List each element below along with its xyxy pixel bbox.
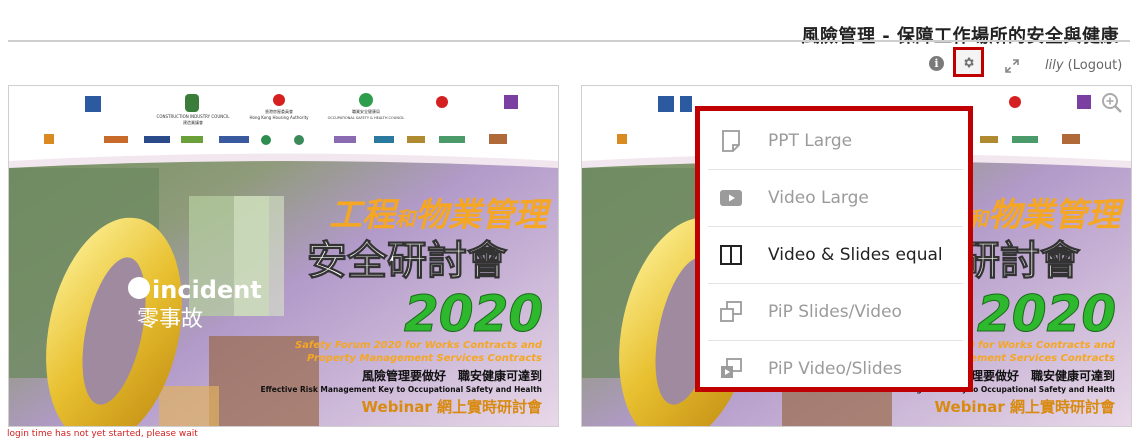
layout-menu-list: PPT Large Video Large Video & Slides equ… bbox=[708, 113, 963, 397]
menu-item-label: PiP Video/Slides bbox=[768, 359, 902, 379]
menu-item-pip-video-slides[interactable]: PiP Video/Slides bbox=[708, 341, 963, 397]
slide-forum-line1: Safety Forum 2020 for Works Contracts an… bbox=[295, 340, 543, 351]
logo-cic-text: CONSTRUCTION INDUSTRY COUNCIL bbox=[157, 114, 231, 119]
gear-icon bbox=[964, 57, 974, 68]
slides-panel[interactable]: CONSTRUCTION INDUSTRY COUNCIL 建造業議會 香港房屋… bbox=[8, 85, 559, 427]
slide-zero-chinese: 零事故 bbox=[137, 307, 203, 332]
menu-item-video-slides-equal[interactable]: Video & Slides equal bbox=[708, 227, 963, 284]
logo-oshc-text: OCCUPATIONAL SAFETY & HEALTH COUNCIL bbox=[328, 116, 405, 120]
slide-heading-orange: 工程和物業管理 bbox=[329, 195, 552, 234]
slide-year: 2020 bbox=[404, 285, 543, 343]
video-year: 2020 bbox=[977, 285, 1116, 343]
zoom-in-icon[interactable] bbox=[1101, 92, 1123, 114]
settings-button[interactable] bbox=[953, 47, 984, 77]
menu-item-pip-slides-video[interactable]: PiP Slides/Video bbox=[708, 284, 963, 341]
menu-item-video-large[interactable]: Video Large bbox=[708, 170, 963, 227]
video-webinar: Webinar 網上實時研討會 bbox=[935, 398, 1116, 416]
layout-menu: PPT Large Video Large Video & Slides equ… bbox=[695, 106, 973, 392]
video-play-icon bbox=[720, 190, 742, 206]
slide-motto-chinese: 風險管理要做好 職安健康可達到 bbox=[362, 368, 542, 383]
slide-forum-line2: Property Management Services Contracts bbox=[307, 353, 542, 364]
menu-item-label: Video Large bbox=[768, 188, 869, 208]
menu-item-label: Video & Slides equal bbox=[768, 245, 943, 265]
split-columns-icon bbox=[720, 245, 742, 265]
info-icon[interactable]: i bbox=[929, 56, 944, 71]
logo-hkha-chinese: 香港房屋委員會 bbox=[265, 108, 293, 114]
menu-item-label: PPT Large bbox=[768, 131, 853, 151]
expand-icon[interactable] bbox=[1004, 58, 1020, 74]
menu-item-ppt-large[interactable]: PPT Large bbox=[708, 113, 963, 170]
page-title: 風險管理 - 保障工作場所的安全與健康 bbox=[801, 26, 1119, 47]
logout-link[interactable]: (Logout) bbox=[1068, 58, 1123, 73]
menu-item-label: PiP Slides/Video bbox=[768, 302, 902, 322]
username-link[interactable]: lily bbox=[1045, 58, 1064, 73]
slide-icon bbox=[722, 130, 740, 152]
slide-heading-white: 安全研討會 bbox=[307, 238, 508, 284]
slide-webinar: Webinar 網上實時研討會 bbox=[362, 398, 543, 416]
logo-oshc-chinese: 職業安全健康局 bbox=[352, 108, 380, 114]
pip-video-slides-icon bbox=[721, 358, 742, 378]
slide-incident-word: incident bbox=[152, 276, 262, 304]
user-area: lily (Logout) bbox=[1045, 58, 1122, 73]
slide-motto-english: Effective Risk Management Key to Occupat… bbox=[261, 385, 542, 394]
slide-image: CONSTRUCTION INDUSTRY COUNCIL 建造業議會 香港房屋… bbox=[9, 86, 558, 426]
pip-slides-video-icon bbox=[720, 301, 742, 322]
title-divider bbox=[8, 40, 1130, 42]
logo-cic-chinese: 建造業議會 bbox=[183, 119, 203, 125]
login-status-message: login time has not yet started, please w… bbox=[7, 429, 198, 439]
logo-hkha-text: Hong Kong Housing Authority bbox=[249, 115, 309, 120]
